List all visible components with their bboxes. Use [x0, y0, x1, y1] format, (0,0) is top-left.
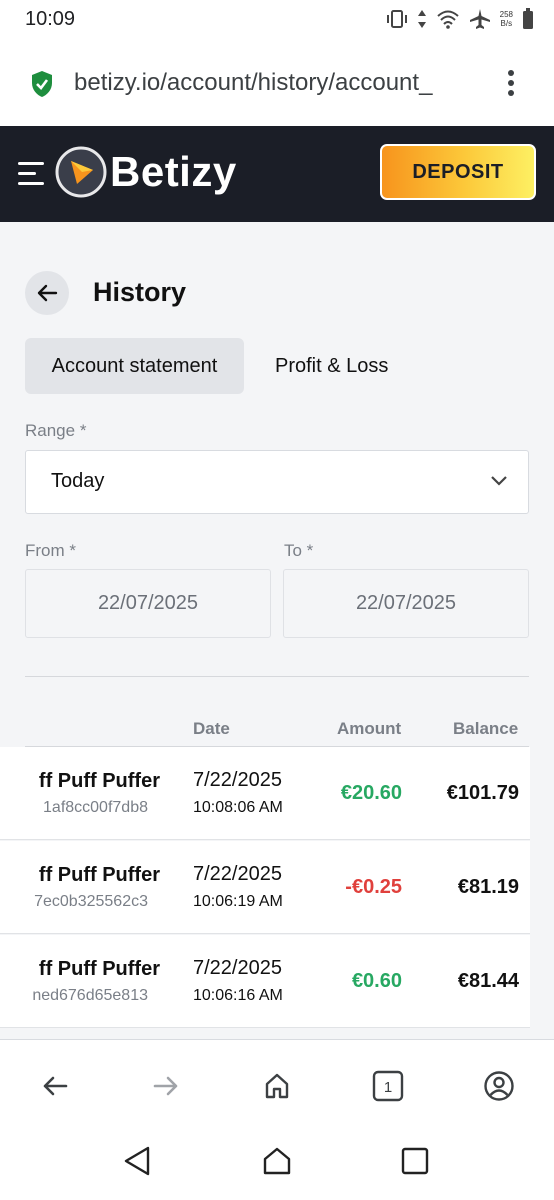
- row-time: 10:06:19 AM: [193, 893, 283, 910]
- status-bar: 10:09 258 B/s: [0, 0, 554, 40]
- url-text[interactable]: betizy.io/account/history/account_: [74, 69, 480, 97]
- browser-url-bar: betizy.io/account/history/account_: [0, 40, 554, 126]
- row-balance: €81.44: [457, 970, 519, 992]
- browser-home-button[interactable]: [257, 1066, 297, 1106]
- arrow-left-icon: [43, 1076, 68, 1096]
- column-header-amount: Amount: [337, 719, 402, 738]
- row-balance: €81.19: [457, 876, 519, 898]
- column-header-balance: Balance: [453, 719, 519, 738]
- event-name: ff Puff Puffer: [38, 770, 160, 792]
- table-row[interactable]: ff Puff Puffer 7ec0b325562c3 7/22/2025 1…: [0, 841, 530, 934]
- battery-icon: [523, 8, 533, 29]
- nav-home-button[interactable]: [259, 1143, 295, 1179]
- tab-profit-loss[interactable]: Profit & Loss: [275, 338, 388, 394]
- browser-account-button[interactable]: [479, 1066, 519, 1106]
- row-amount: €20.60: [340, 782, 402, 804]
- row-time: 10:06:16 AM: [193, 987, 283, 1004]
- transaction-id: 7ec0b325562c3: [34, 893, 148, 910]
- tab-account-statement[interactable]: Account statement: [25, 338, 244, 394]
- chevron-down-icon: [491, 476, 507, 486]
- status-time: 10:09: [25, 8, 76, 30]
- range-label: Range *: [25, 421, 87, 440]
- betizy-logo-icon: [55, 146, 107, 198]
- triangle-back-icon: [124, 1146, 150, 1176]
- browser-menu-icon[interactable]: [499, 68, 523, 98]
- logo-text[interactable]: Betizy: [110, 148, 237, 196]
- event-name: ff Puff Puffer: [38, 958, 160, 980]
- row-balance: €101.79: [446, 782, 519, 804]
- net-speed: 258 B/s: [499, 10, 513, 28]
- row-amount: €0.60: [351, 970, 402, 992]
- site-header: Betizy DEPOSIT: [0, 126, 554, 222]
- square-recents-icon: [401, 1147, 429, 1175]
- to-date-field[interactable]: 22/07/2025: [283, 569, 529, 638]
- transaction-id: 1af8cc00f7db8: [43, 799, 148, 816]
- range-value: Today: [51, 470, 105, 492]
- arrow-right-icon: [153, 1076, 178, 1096]
- transaction-id: ned676d65e813: [32, 987, 148, 1004]
- status-icons: 258 B/s: [386, 6, 534, 32]
- browser-toolbar: 1: [0, 1039, 554, 1129]
- airplane-icon: [469, 9, 490, 29]
- browser-back-button[interactable]: [35, 1066, 75, 1106]
- arrow-left-icon: [37, 284, 58, 302]
- browser-tabs-button[interactable]: 1: [368, 1066, 408, 1106]
- wifi-icon: [436, 10, 459, 29]
- hamburger-menu-icon[interactable]: [18, 162, 46, 186]
- account-icon: [484, 1071, 514, 1101]
- table-row[interactable]: ff Puff Puffer 1af8cc00f7db8 7/22/2025 1…: [0, 747, 530, 840]
- history-page: History Account statement Profit & Loss …: [0, 222, 554, 1039]
- range-select[interactable]: Today: [25, 450, 529, 514]
- browser-forward-button[interactable]: [146, 1066, 186, 1106]
- section-divider: [25, 676, 529, 677]
- system-nav-bar: [0, 1129, 554, 1200]
- row-time: 10:08:06 AM: [193, 799, 283, 816]
- to-label: To *: [284, 541, 314, 560]
- data-arrows-icon: [417, 10, 426, 28]
- nav-back-button[interactable]: [119, 1143, 155, 1179]
- home-outline-icon: [263, 1147, 291, 1175]
- row-date: 7/22/2025: [193, 863, 282, 885]
- from-label: From *: [25, 541, 76, 560]
- row-amount: -€0.25: [345, 876, 402, 898]
- row-date: 7/22/2025: [193, 957, 282, 979]
- secure-shield-icon[interactable]: [30, 70, 54, 98]
- vibrate-icon: [386, 10, 407, 28]
- home-icon: [265, 1073, 289, 1099]
- from-date-field[interactable]: 22/07/2025: [25, 569, 271, 638]
- event-name: ff Puff Puffer: [38, 864, 160, 886]
- tab-count: 1: [384, 1079, 392, 1096]
- column-header-date: Date: [193, 719, 230, 738]
- nav-recents-button[interactable]: [397, 1143, 433, 1179]
- deposit-button[interactable]: DEPOSIT: [380, 144, 536, 200]
- back-button[interactable]: [25, 271, 69, 315]
- tabs-icon: 1: [372, 1070, 404, 1102]
- page-title: History: [93, 277, 187, 307]
- row-date: 7/22/2025: [193, 769, 282, 791]
- table-row[interactable]: ff Puff Puffer ned676d65e813 7/22/2025 1…: [0, 935, 530, 1028]
